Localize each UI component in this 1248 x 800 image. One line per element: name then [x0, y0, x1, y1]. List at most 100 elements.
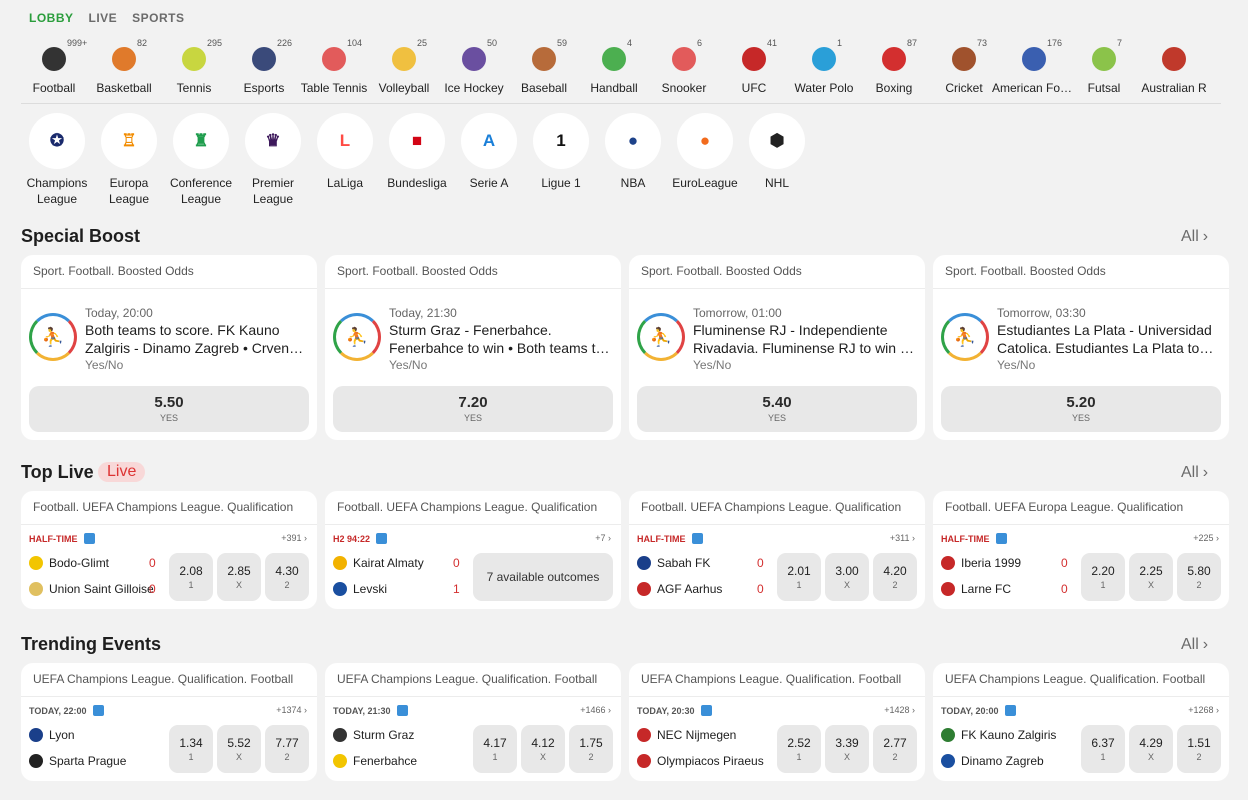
event-header: UEFA Champions League. Qualification. Fo… — [21, 663, 317, 697]
league-item[interactable]: ♜ Conference League — [165, 113, 237, 207]
odd-value: 4.29 — [1139, 736, 1163, 750]
football-icon — [42, 47, 66, 71]
stats-icon[interactable] — [396, 705, 408, 716]
more-markets-link[interactable]: +1268 › — [1188, 705, 1219, 715]
event-body: HALF-TIME +225 › Iberia 1999 Larne FC 0 0 2.20… — [933, 525, 1229, 609]
stats-icon[interactable] — [376, 533, 388, 544]
league-item[interactable]: 1 Ligue 1 — [525, 113, 597, 191]
sport-count: 176 — [1047, 38, 1063, 48]
league-item[interactable]: A Serie A — [453, 113, 525, 191]
odd-button[interactable]: 1.75 2 — [569, 725, 613, 773]
team-name: Kairat Almaty — [353, 556, 424, 570]
odd-button[interactable]: 1.51 2 — [1177, 725, 1221, 773]
odd-label: 1 — [492, 752, 498, 762]
odd-button[interactable]: 5.52 X — [217, 725, 261, 773]
odd-button[interactable]: 4.30 2 — [265, 553, 309, 601]
more-markets-link[interactable]: +1428 › — [884, 705, 915, 715]
boost-odd-button[interactable]: 7.20 YES — [333, 386, 613, 432]
more-markets-link[interactable]: +391 › — [281, 533, 307, 543]
more-markets-link[interactable]: +1374 › — [276, 705, 307, 715]
away-score: 0 — [757, 582, 764, 596]
event-body: H2 94:22 +7 › Kairat Almaty Levski 0 1 7 avail… — [325, 525, 621, 609]
team-logo-icon — [941, 728, 955, 742]
available-outcomes-button[interactable]: 7 available outcomes — [473, 553, 613, 601]
odd-value: 5.50 — [154, 394, 184, 411]
event-body: HALF-TIME +391 › Bodo-Glimt Union Saint Gil… — [21, 525, 317, 609]
league-name: EuroLeague — [672, 176, 738, 190]
tab-sports[interactable]: SPORTS — [132, 11, 184, 25]
stats-icon[interactable] — [700, 705, 712, 716]
odd-button[interactable]: 2.25 X — [1129, 553, 1173, 601]
team-logo-icon — [637, 754, 651, 768]
event-header: Football. UEFA Europa League. Qualificat… — [933, 491, 1229, 525]
boost-logo-icon: ⛹ — [637, 313, 685, 361]
top-navigation: LOBBY LIVE SPORTS — [29, 11, 185, 25]
more-markets-link[interactable]: +7 › — [595, 533, 611, 543]
odd-button[interactable]: 6.37 1 — [1081, 725, 1125, 773]
all-label: All — [1181, 228, 1199, 245]
stats-icon[interactable] — [92, 705, 104, 716]
serie-a-icon: A — [482, 131, 496, 150]
odd-button[interactable]: 2.01 1 — [777, 553, 821, 601]
team-logo-icon — [29, 556, 43, 570]
champions-league-icon: ✪ — [49, 131, 65, 150]
home-team: Iberia 1999 — [941, 556, 1021, 570]
boost-odd-button[interactable]: 5.50 YES — [29, 386, 309, 432]
tab-lobby[interactable]: LOBBY — [29, 11, 74, 25]
home-team: NEC Nijmegen — [637, 728, 736, 742]
trending-events-all-link[interactable]: All › — [1181, 636, 1208, 654]
league-item[interactable]: ● EuroLeague — [669, 113, 741, 191]
odd-button[interactable]: 2.20 1 — [1081, 553, 1125, 601]
team-name: Iberia 1999 — [961, 556, 1022, 570]
odd-button[interactable]: 2.77 2 — [873, 725, 917, 773]
odd-value: 2.01 — [787, 564, 811, 578]
nba-icon: ● — [627, 131, 639, 150]
more-markets-link[interactable]: +311 › — [890, 533, 915, 543]
odd-label: 2 — [284, 752, 290, 762]
odd-button[interactable]: 7.77 2 — [265, 725, 309, 773]
league-item[interactable]: ● NBA — [597, 113, 669, 191]
tab-live[interactable]: LIVE — [89, 11, 118, 25]
odd-button[interactable]: 4.17 1 — [473, 725, 517, 773]
more-markets-link[interactable]: +225 › — [1193, 533, 1219, 543]
event-status-text: H2 94:22 — [333, 533, 371, 544]
league-item[interactable]: ♛ Premier League — [237, 113, 309, 207]
odd-button[interactable]: 3.39 X — [825, 725, 869, 773]
boost-odd-button[interactable]: 5.40 YES — [637, 386, 917, 432]
odd-button[interactable]: 1.34 1 — [169, 725, 213, 773]
odd-button[interactable]: 2.85 X — [217, 553, 261, 601]
stats-icon[interactable] — [83, 533, 95, 544]
odd-button[interactable]: 3.00 X — [825, 553, 869, 601]
league-item[interactable]: ⬢ NHL — [741, 113, 813, 191]
euroleague-icon: ● — [699, 131, 711, 150]
special-boost-title: Special Boost — [21, 226, 141, 246]
league-item[interactable]: L LaLiga — [309, 113, 381, 191]
boost-odd-button[interactable]: 5.20 YES — [941, 386, 1221, 432]
league-item[interactable]: ■ Bundesliga — [381, 113, 453, 191]
stats-icon[interactable] — [1004, 705, 1016, 716]
stats-icon[interactable] — [691, 533, 703, 544]
odd-value: 3.39 — [835, 736, 859, 750]
water-polo-icon — [812, 47, 836, 71]
sport-item[interactable]: Australian R — [1132, 36, 1216, 100]
boost-card-header: Sport. Football. Boosted Odds — [21, 255, 317, 289]
odd-button[interactable]: 2.08 1 — [169, 553, 213, 601]
more-markets-link[interactable]: +1466 › — [580, 705, 611, 715]
top-live-all-link[interactable]: All › — [1181, 464, 1208, 482]
stats-icon[interactable] — [995, 533, 1007, 544]
event-body: HALF-TIME +311 › Sabah FK AGF Aarhus 0 0 2.01 1… — [629, 525, 925, 609]
sport-count: 226 — [277, 38, 293, 48]
odd-value: 1.51 — [1187, 736, 1211, 750]
odd-button[interactable]: 4.20 2 — [873, 553, 917, 601]
team-name: AGF Aarhus — [657, 582, 723, 596]
odd-button[interactable]: 4.12 X — [521, 725, 565, 773]
league-name: NBA — [620, 176, 646, 190]
team-logo-icon — [333, 728, 347, 742]
league-item[interactable]: ✪ Champions League — [21, 113, 93, 207]
odd-button[interactable]: 5.80 2 — [1177, 553, 1221, 601]
odd-button[interactable]: 2.52 1 — [777, 725, 821, 773]
odd-button[interactable]: 4.29 X — [1129, 725, 1173, 773]
special-boost-all-link[interactable]: All › — [1181, 228, 1208, 246]
home-score: 0 — [149, 556, 156, 570]
league-item[interactable]: ♖ Europa League — [93, 113, 165, 207]
